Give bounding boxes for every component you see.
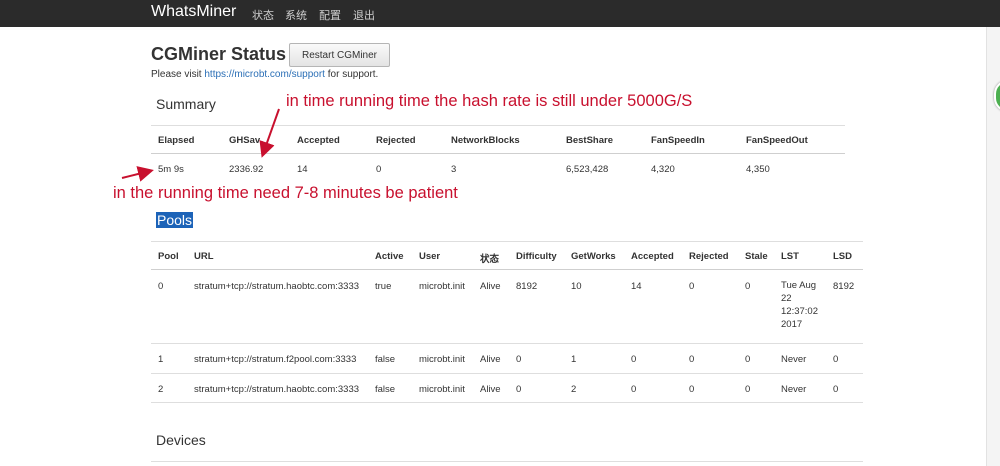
arrow-to-ghsav	[259, 108, 280, 158]
annotation-arrows	[121, 108, 280, 182]
arrow-to-elapsed	[121, 166, 154, 182]
